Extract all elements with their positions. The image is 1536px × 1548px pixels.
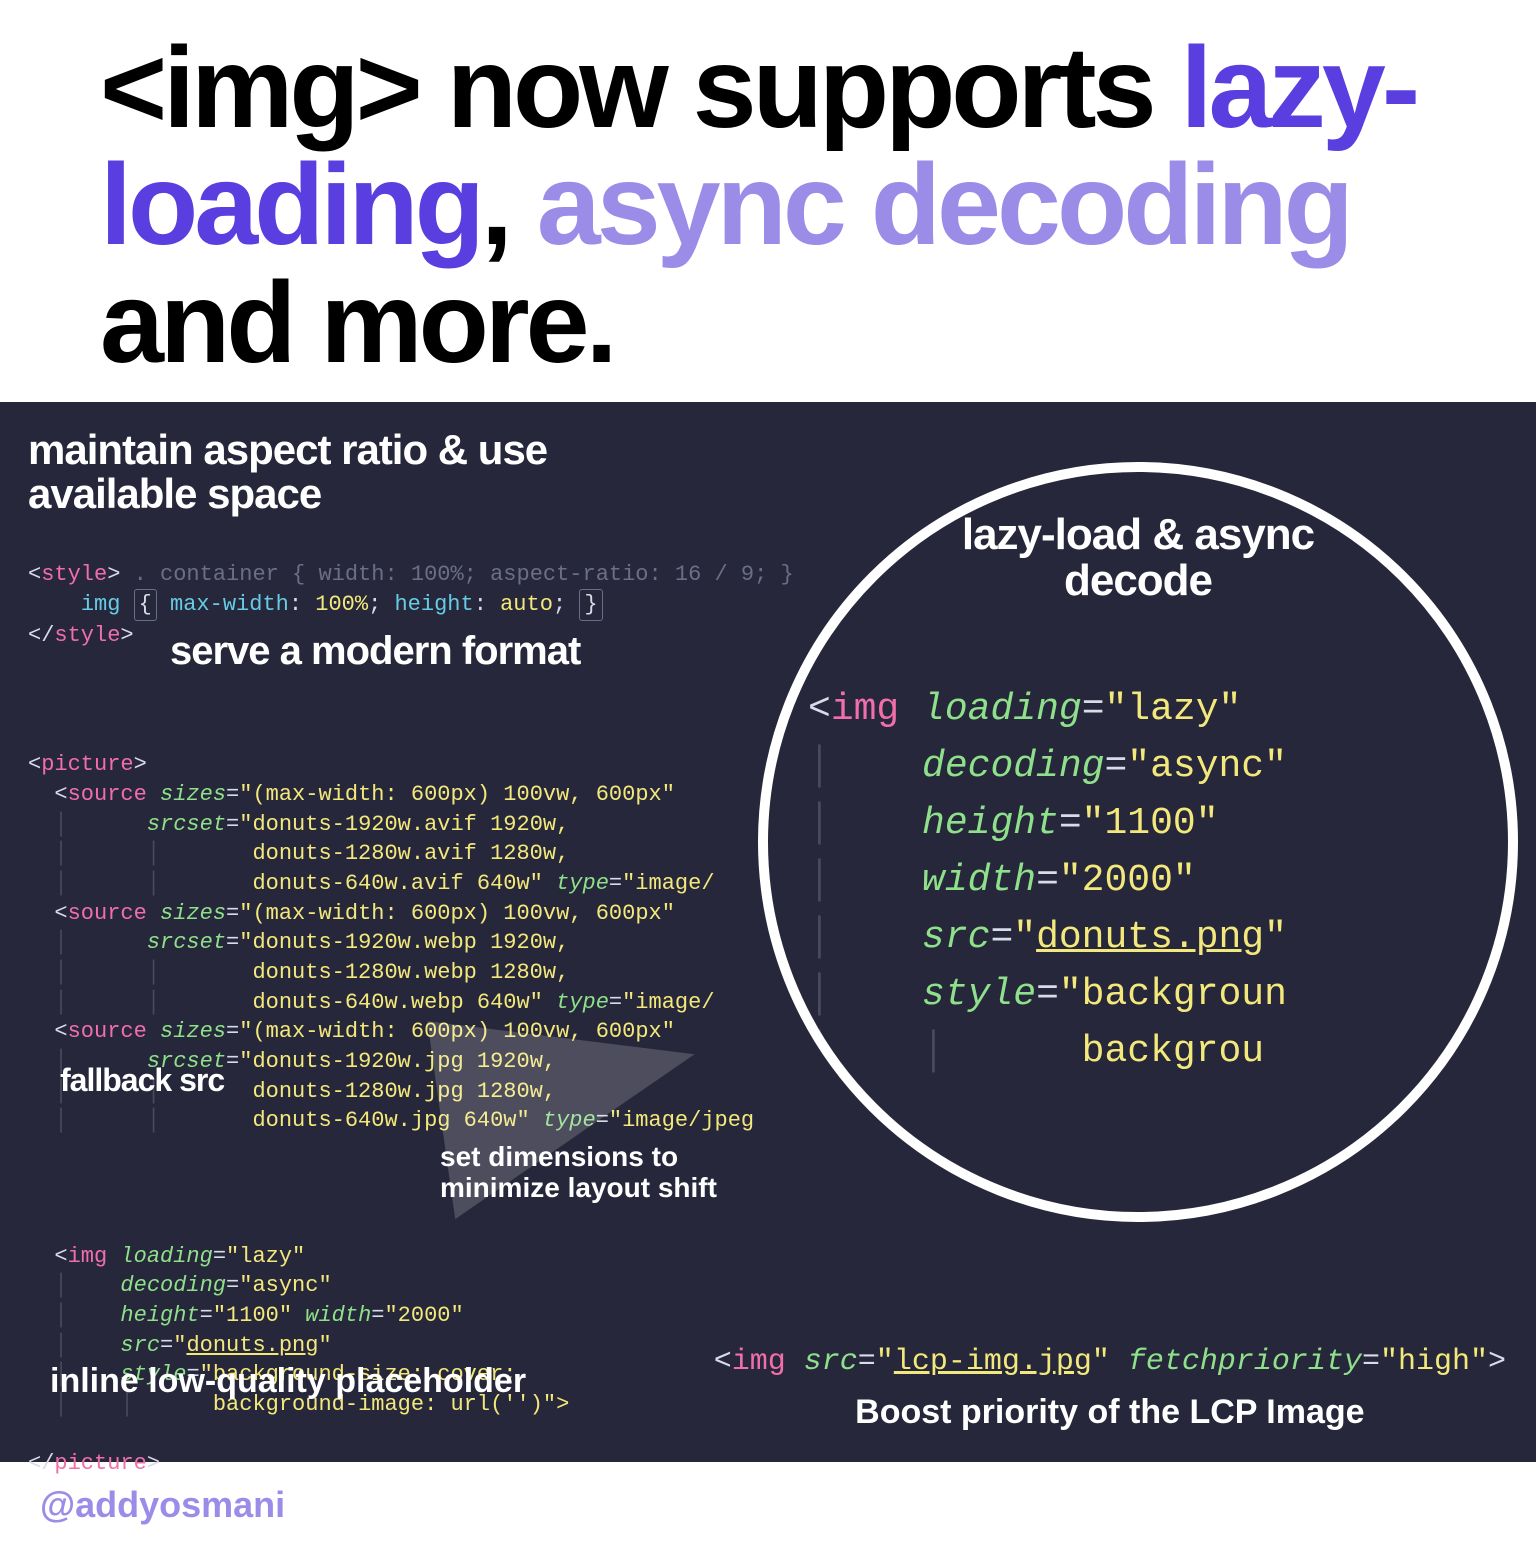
label-lazy-load: lazy-load & async decode [948, 512, 1328, 604]
code-panel: maintain aspect ratio & use available sp… [0, 402, 1536, 1462]
label-aspect-ratio: maintain aspect ratio & use available sp… [28, 428, 548, 516]
lcp-block: <img src="lcp-img.jpg" fetchpriority="hi… [714, 1345, 1506, 1432]
magnifier-code: <img loading="lazy" │ decoding="async" │… [768, 624, 1287, 1137]
label-serve-format: serve a modern format [170, 630, 580, 672]
label-fallback-src: fallback src [60, 1062, 224, 1099]
magnifier-pointer [427, 985, 712, 1219]
code-img-fallback: <img loading="lazy" │ decoding="async" │… [28, 1212, 768, 1509]
headline: <img> now supports lazy-loading, async d… [0, 0, 1536, 402]
label-lcp: Boost priority of the LCP Image [714, 1393, 1506, 1432]
magnifier-lens: lazy-load & async decode <img loading="l… [758, 462, 1518, 1222]
headline-text-1: <img> now supports [100, 24, 1181, 152]
label-inline-placeholder: inline low-quality placeholder [50, 1362, 526, 1401]
headline-rest: and more. [100, 259, 614, 387]
headline-comma: , [481, 141, 537, 269]
headline-async: async decoding [537, 141, 1350, 269]
